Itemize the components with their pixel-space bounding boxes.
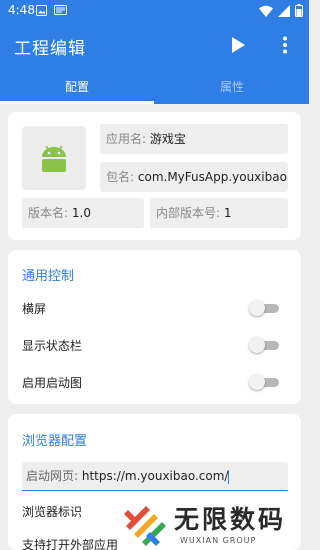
status-bar: 4:48 <box>0 0 309 22</box>
watermark-name: 无限数码 <box>174 505 287 534</box>
watermark: 无限数码 WUXIAN GROUP <box>118 496 308 550</box>
show-status-bar-toggle[interactable] <box>249 337 279 353</box>
start-url-input[interactable]: 启动网页: https://m.youxibao.com/ <box>22 462 288 490</box>
app-name-field[interactable]: 应用名: 游戏宝 <box>100 124 288 154</box>
run-button[interactable] <box>230 36 246 54</box>
show-status-bar-label: 显示状态栏 <box>22 339 83 353</box>
image-icon <box>36 5 47 16</box>
tab-config[interactable]: 配置 <box>0 78 154 95</box>
signal-icon <box>278 4 290 17</box>
app-name-value: 游戏宝 <box>149 132 186 146</box>
app-bar: 工程编辑 <box>0 22 309 68</box>
section-title-general: 通用控制 <box>22 269 75 284</box>
tab-bar: 配置 属性 <box>0 68 309 104</box>
app-icon-picker[interactable] <box>22 126 86 190</box>
more-options-button[interactable] <box>280 36 290 54</box>
landscape-label: 横屏 <box>22 302 47 316</box>
more-vert-icon <box>283 36 287 54</box>
open-external-item[interactable]: 支持打开外部应用 <box>22 536 118 550</box>
package-field[interactable]: 包名: com.MyFusApp.youxibao <box>100 162 288 192</box>
version-code-value: 1 <box>223 206 232 220</box>
play-icon <box>232 37 245 53</box>
user-agent-item[interactable]: 浏览器标识 <box>22 503 82 520</box>
version-name-label: 版本名: <box>28 206 69 220</box>
package-label: 包名: <box>106 170 135 184</box>
start-url-label: 启动网页: <box>26 469 79 483</box>
app-info-card: 应用名: 游戏宝 包名: com.MyFusApp.youxibao 版本名: … <box>8 112 301 240</box>
android-icon <box>42 145 66 172</box>
tab-indicator <box>0 101 154 104</box>
wifi-icon <box>259 5 273 17</box>
start-url-value: https://m.youxibao.com/ <box>81 469 229 483</box>
version-code-label: 内部版本号: <box>156 206 221 220</box>
splash-toggle[interactable] <box>249 374 279 390</box>
landscape-toggle[interactable] <box>249 300 279 316</box>
status-time: 4:48 <box>8 3 35 17</box>
general-control-card: 通用控制 横屏 显示状态栏 启用启动图 <box>8 250 301 404</box>
app-name-label: 应用名: <box>106 132 147 146</box>
version-name-field[interactable]: 版本名: 1.0 <box>22 198 144 228</box>
page-title: 工程编辑 <box>14 39 86 59</box>
section-title-browser: 浏览器配置 <box>22 434 88 449</box>
text-caret <box>228 469 230 484</box>
package-value: com.MyFusApp.youxibao <box>137 170 287 184</box>
battery-icon <box>295 4 303 17</box>
version-code-field[interactable]: 内部版本号: 1 <box>150 198 288 228</box>
version-name-value: 1.0 <box>71 206 91 220</box>
watermark-sub: WUXIAN GROUP <box>180 536 257 545</box>
notification-icon <box>54 5 67 15</box>
watermark-logo-icon <box>124 506 166 546</box>
tab-properties[interactable]: 属性 <box>155 78 309 95</box>
input-underline <box>22 490 288 491</box>
splash-label: 启用启动图 <box>22 376 83 390</box>
